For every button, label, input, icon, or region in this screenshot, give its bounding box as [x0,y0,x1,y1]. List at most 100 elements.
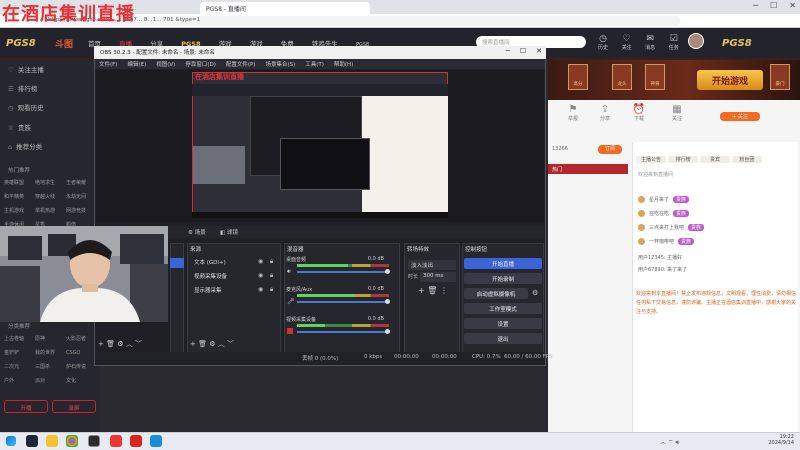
app-icon[interactable] [130,435,142,447]
task-icon[interactable]: ☑ 任务 [663,34,685,51]
grid-item[interactable]: 永劫无间 [66,192,97,202]
grid-item[interactable]: 派对 [35,376,66,386]
menu-tools[interactable]: 工具(T) [305,62,324,68]
folder-icon[interactable] [46,435,58,447]
grid-item[interactable]: CSGO [66,348,97,358]
list-item[interactable]: 三点来打上我吧 贵族 [638,224,794,235]
message-icon[interactable]: ✉ 消息 [639,34,661,51]
grid-item[interactable]: 我的世界 [35,348,66,358]
follow-pill[interactable]: + 关注 [720,112,760,121]
sidebar-item-history[interactable]: ◷ 观看历史 [8,102,44,112]
edge-icon[interactable] [150,435,162,447]
obs-icon[interactable] [88,435,100,447]
grid-item[interactable]: 原神 [35,334,66,344]
steam-icon[interactable] [26,435,38,447]
source-item[interactable]: 显示器采集 ◉ 🔒︎ [190,286,280,297]
scene-item[interactable] [170,258,184,268]
banner-badge[interactable]: 高分 [568,64,588,90]
add-icon[interactable]: + [98,340,104,348]
filter-tab[interactable]: ◧ 滤镜 [220,228,238,236]
tab-fans[interactable]: 粉丝团 [732,156,762,163]
grid-item[interactable]: 穿越火线 [35,192,66,202]
delete-icon[interactable]: 🗑︎ [106,340,115,348]
delete-icon[interactable]: 🗑︎ [198,340,207,348]
grid-item[interactable]: 二次元 [4,362,35,372]
volume-slider[interactable] [297,331,389,333]
sidebar-item-noble[interactable]: ♕ 贵族 [8,122,31,132]
sidebar-item-rank[interactable]: ☰ 排行榜 [8,83,37,93]
grid-item[interactable]: 网游竞技 [66,206,97,216]
volume-knob[interactable] [385,299,390,304]
more-icon[interactable]: ⋮ [440,286,448,295]
studio-mode-button[interactable]: 工作室模式 [464,303,542,314]
chrome-icon[interactable] [66,435,78,447]
duration-input[interactable]: 300 ms [420,272,456,282]
chevron-down-icon[interactable]: ﹀ [227,340,234,348]
list-item[interactable]: 一杯咖啡吧 贵族 [638,238,794,249]
volume-knob[interactable] [385,269,390,274]
start-streaming-button[interactable]: 开始直播 [464,258,542,269]
close-icon[interactable]: ✕ [789,1,796,10]
lock-icon[interactable]: 🔒︎ [270,286,273,294]
browser-tab[interactable]: PGS8 - 直播间 [200,2,370,14]
menu-help[interactable]: 帮助(H) [334,62,353,68]
mute-icon[interactable] [287,328,293,334]
grid-item[interactable]: 王者荣耀 [66,178,97,188]
grid-item[interactable]: 火影忍者 [66,334,97,344]
site-logo-secondary[interactable]: 斗图 [55,37,73,50]
source-item[interactable]: 视频采集设备 ◉ 🔒︎ [190,272,280,283]
grid-item[interactable]: 金铲铲 [4,348,35,358]
app-icon[interactable] [110,435,122,447]
lock-icon[interactable]: 🔒︎ [270,258,273,266]
scene-tab[interactable]: ⚙ 场景 [188,228,206,236]
microphone-icon[interactable]: 🎤︎ [287,298,295,305]
eye-icon[interactable]: ◉ [258,258,263,265]
maximize-icon[interactable]: ☐ [520,47,526,55]
clock[interactable]: 19:22 2024/9/14 [724,434,794,446]
grid-item[interactable]: 炉石传说 [66,362,97,372]
virtual-camera-button[interactable]: 启动虚拟摄像机 [464,288,528,299]
banner-badge[interactable]: 豪门 [770,64,790,90]
tab-vip[interactable]: 贵宾 [700,156,730,163]
start-game-button[interactable]: 开始游戏 [697,70,763,90]
maximize-icon[interactable]: ☐ [770,1,777,10]
speaker-icon[interactable]: 🔊︎ [676,439,680,446]
speaker-icon[interactable]: 🔊︎ [287,268,291,276]
menu-scene-collection[interactable]: 场景集合(S) [265,62,295,68]
settings-button[interactable]: 设置 [464,318,542,329]
sidebar-item-follow[interactable]: ♡ 关注主播 [8,64,44,74]
follow-button[interactable]: ▦ 关注 [662,104,692,122]
eye-icon[interactable]: ◉ [258,286,263,293]
menu-docks[interactable]: 停靠窗口(D) [185,62,216,68]
gear-icon[interactable]: ⚙ [209,340,215,348]
share-button[interactable]: ⇪ 分享 [590,104,620,122]
grid-item[interactable]: 和平精英 [4,192,35,202]
minimize-icon[interactable]: ─ [753,1,758,10]
history-icon[interactable]: ◷ 历史 [592,34,614,51]
download-button[interactable]: ⏰ 下载 [624,104,654,122]
chevron-down-icon[interactable]: ﹀ [135,340,142,348]
list-item[interactable]: 在吃在吃 贵族 [638,210,794,221]
lock-icon[interactable]: 🔒︎ [270,272,273,280]
tab-rank[interactable]: 排行榜 [668,156,698,163]
chevron-up-icon[interactable]: ︿ [660,439,666,446]
subscribe-pill[interactable]: 订阅 [598,145,622,154]
eye-icon[interactable]: ◉ [258,272,263,279]
volume-knob[interactable] [385,329,390,334]
tab-notice[interactable]: 主播公告 [636,156,666,163]
grid-item[interactable]: 单机热游 [35,206,66,216]
transition-select[interactable]: 淡入淡出 [408,260,456,270]
menu-file[interactable]: 文件(F) [99,62,117,68]
windows-start-icon[interactable] [6,436,16,446]
report-button[interactable]: ⚑ 举报 [558,104,588,122]
banner-badge[interactable]: 龙头 [612,64,632,90]
address-bar[interactable]: https://www.pgs8.com/... ...8c87... 8...… [40,16,680,26]
minimize-icon[interactable]: ─ [506,47,510,55]
menu-edit[interactable]: 编辑(E) [127,62,146,68]
grid-item[interactable]: 主机游戏 [4,206,35,216]
source-item[interactable]: 文本 (GDI+) ◉ 🔒︎ [190,258,280,269]
grid-item[interactable]: 文化 [66,376,97,386]
banner-badge[interactable]: 神将 [645,64,665,90]
volume-slider[interactable] [297,271,389,273]
gear-icon[interactable]: ⚙ [532,289,538,297]
